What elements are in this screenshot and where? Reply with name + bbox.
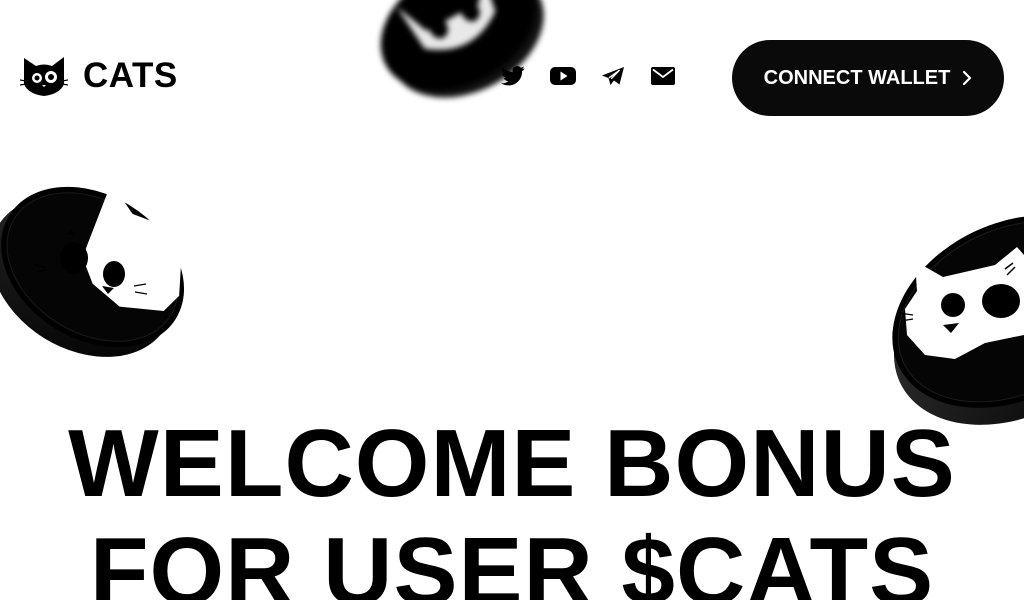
twitter-icon — [501, 66, 525, 86]
mail-link[interactable] — [650, 63, 676, 89]
twitter-link[interactable] — [500, 63, 526, 89]
social-links — [500, 63, 676, 89]
mail-icon — [651, 67, 675, 85]
connect-wallet-label: CONNECT WALLET — [763, 66, 951, 89]
cat-coin-right-decoration — [892, 215, 1024, 425]
youtube-icon — [550, 67, 576, 85]
telegram-link[interactable] — [600, 63, 626, 89]
hero-headline-line1: WELCOME BONUS — [68, 410, 956, 517]
hero-headline: WELCOME BONUS FOR USER $CATS — [0, 410, 1024, 600]
telegram-icon — [602, 67, 624, 85]
youtube-link[interactable] — [550, 63, 576, 89]
cat-coin-left-decoration — [0, 182, 185, 357]
chevron-right-icon — [963, 70, 972, 86]
cat-coin-top-decoration — [380, 0, 544, 98]
hero-headline-line2: FOR USER $CATS — [89, 518, 935, 600]
cat-face-icon — [20, 57, 68, 96]
brand-logo[interactable]: CATS — [20, 54, 178, 98]
landing-page: CATS CONNECT WALLET WELCOME BONUS FOR US… — [0, 0, 1024, 600]
brand-name: CATS — [83, 56, 178, 95]
connect-wallet-button[interactable]: CONNECT WALLET — [732, 40, 1004, 116]
